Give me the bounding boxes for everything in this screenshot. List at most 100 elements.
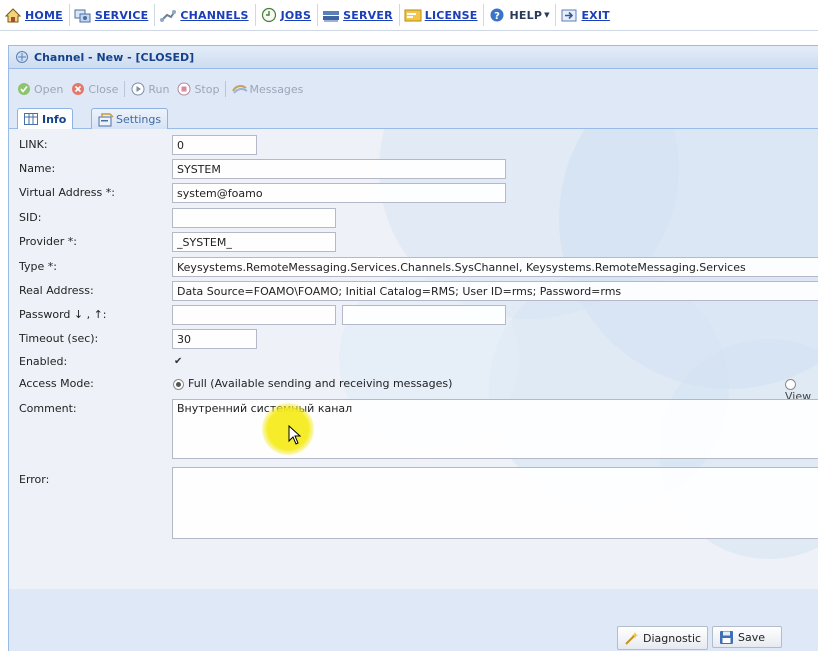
access-mode-label: Access Mode: [19, 377, 94, 390]
name-input[interactable] [172, 159, 506, 179]
settings-icon [98, 112, 114, 126]
svg-text:?: ? [495, 11, 501, 22]
table-icon [24, 113, 38, 126]
type-label: Type *: [19, 260, 57, 273]
close-circle-icon [71, 82, 85, 96]
channel-icon [15, 50, 29, 64]
row-timeout: Timeout (sec): [9, 329, 818, 349]
tab-strip: Info Settings [9, 106, 818, 130]
tab-settings[interactable]: Settings [91, 108, 169, 129]
virtual-address-input[interactable] [172, 183, 506, 203]
window-title-bar: Channel - New - [CLOSED] [9, 46, 818, 69]
save-button[interactable]: Save [712, 626, 782, 648]
open-button[interactable]: Open [13, 79, 67, 99]
channels-icon [159, 7, 177, 23]
row-password: Password ↓ , ↑: [9, 305, 818, 325]
channel-toolbar: Open Close Run Stop Messages [9, 77, 818, 101]
diagnostic-button[interactable]: Diagnostic [617, 626, 709, 650]
menu-home[interactable]: HOME [2, 4, 70, 26]
server-icon [322, 7, 340, 23]
real-address-input[interactable] [172, 281, 818, 301]
password-input[interactable] [172, 305, 336, 325]
window-title: Channel - New - [CLOSED] [34, 50, 195, 64]
provider-input[interactable] [172, 232, 336, 252]
tab-settings-label: Settings [116, 112, 162, 126]
row-comment: Comment: Внутренний системный канал [9, 399, 818, 461]
password-confirm-input[interactable] [342, 305, 506, 325]
toolbar-separator [124, 81, 126, 97]
row-name: Name: [9, 159, 818, 179]
home-icon [4, 7, 22, 23]
row-enabled: Enabled: ✔ [9, 352, 818, 372]
menu-server[interactable]: SERVER [320, 4, 400, 26]
virtual-address-label: Virtual Address *: [19, 186, 115, 199]
run-button-label: Run [148, 82, 170, 96]
menu-help-label: HELP [509, 8, 543, 22]
menu-exit[interactable]: EXIT [558, 4, 615, 26]
stop-button-label: Stop [194, 82, 220, 96]
messages-icon [232, 82, 249, 96]
real-address-label: Real Address: [19, 284, 94, 297]
main-menu: HOME SERVICE CHANNELS JOBS SERVER LICENS… [0, 0, 818, 31]
error-textarea[interactable] [172, 467, 818, 539]
radio-selected [173, 378, 184, 390]
access-mode-full-label: Full (Available sending and receiving me… [188, 377, 453, 390]
menu-service-label: SERVICE [94, 8, 149, 22]
sid-input[interactable] [172, 208, 336, 228]
close-button[interactable]: Close [67, 79, 122, 99]
messages-button[interactable]: Messages [228, 79, 307, 99]
stop-button[interactable]: Stop [173, 79, 223, 99]
menu-exit-label: EXIT [581, 8, 610, 22]
menu-channels[interactable]: CHANNELS [157, 4, 256, 26]
menu-service[interactable]: SERVICE [72, 4, 156, 26]
menu-channels-label: CHANNELS [180, 8, 249, 22]
row-virtual-address: Virtual Address *: [9, 183, 818, 203]
name-label: Name: [19, 162, 56, 175]
tab-info[interactable]: Info [17, 108, 74, 130]
radio-unselected [785, 378, 796, 390]
menu-home-label: HOME [25, 8, 63, 22]
timeout-label: Timeout (sec): [19, 332, 99, 345]
info-form: LINK: Name: Virtual Address *: SID: Prov… [9, 129, 818, 589]
access-mode-full-radio[interactable]: Full (Available sending and receiving me… [173, 377, 452, 390]
menu-license[interactable]: LICENSE [402, 4, 485, 26]
timeout-input[interactable] [172, 329, 257, 349]
row-access-mode: Access Mode: Full (Available sending and… [9, 374, 818, 403]
close-button-label: Close [88, 82, 119, 96]
service-icon [74, 7, 92, 23]
run-button[interactable]: Run [127, 79, 173, 99]
play-icon [131, 82, 145, 96]
menu-jobs[interactable]: JOBS [258, 4, 319, 26]
open-button-label: Open [34, 82, 64, 96]
type-input[interactable] [172, 257, 818, 277]
chevron-down-icon: ▼ [544, 11, 550, 19]
channel-window: Channel - New - [CLOSED] Open Close Run … [8, 45, 818, 651]
menu-jobs-label: JOBS [280, 8, 312, 22]
jobs-icon [260, 7, 278, 23]
save-button-label: Save [738, 630, 766, 644]
comment-label: Comment: [19, 402, 77, 415]
menu-license-label: LICENSE [424, 8, 478, 22]
link-label: LINK: [19, 138, 48, 151]
stop-icon [177, 82, 191, 96]
diagnostic-button-label: Diagnostic [643, 631, 702, 645]
menu-help[interactable]: ? HELP ▼ [486, 4, 557, 26]
floppy-disk-icon [719, 630, 734, 645]
exit-icon [560, 7, 578, 23]
mouse-pointer-icon [288, 425, 302, 445]
window-footer: Diagnostic Save [9, 606, 818, 651]
enabled-checkbox[interactable]: ✔ [174, 356, 185, 367]
help-icon: ? [488, 7, 506, 23]
error-label: Error: [19, 473, 50, 486]
wand-icon [624, 631, 639, 646]
link-input[interactable] [172, 135, 257, 155]
tab-info-label: Info [42, 113, 67, 126]
license-icon [404, 7, 422, 23]
enabled-label: Enabled: [19, 355, 68, 368]
row-real-address: Real Address: [9, 281, 818, 301]
menu-server-label: SERVER [343, 8, 393, 22]
row-type: Type *: [9, 257, 818, 277]
messages-button-label: Messages [249, 82, 304, 96]
password-label: Password ↓ , ↑: [19, 308, 107, 321]
row-provider: Provider *: [9, 232, 818, 252]
